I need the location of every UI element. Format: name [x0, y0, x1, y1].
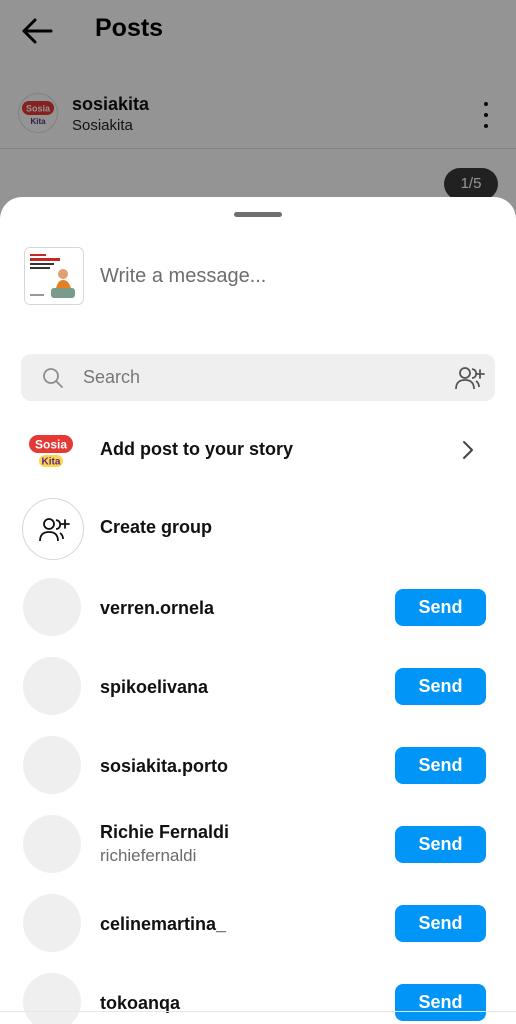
post-thumbnail: [24, 247, 84, 305]
share-sheet: Sosia Kita Add post to your story Create…: [0, 197, 516, 1024]
drag-handle[interactable]: [234, 212, 282, 217]
list-item: tokoanqa Send: [0, 973, 516, 1024]
contact-subtitle: richiefernaldi: [100, 846, 197, 865]
contact-username: verren.ornela: [100, 598, 215, 618]
create-group-label: Create group: [100, 517, 213, 537]
svg-text:Sosia: Sosia: [35, 438, 67, 452]
message-input[interactable]: [100, 259, 480, 293]
send-button[interactable]: Send: [395, 826, 486, 863]
post-thumbnail-image: [25, 248, 83, 304]
add-to-story-label: Add post to your story: [100, 439, 293, 459]
search-bar[interactable]: [21, 354, 495, 401]
create-group-row[interactable]: Create group: [0, 492, 516, 564]
send-button[interactable]: Send: [395, 905, 486, 942]
divider: [0, 1011, 516, 1012]
send-button[interactable]: Send: [395, 747, 486, 784]
contact-username: sosiakita.porto: [100, 756, 229, 776]
search-icon: [43, 368, 63, 388]
contact-username: Richie Fernaldi: [100, 822, 230, 842]
avatar[interactable]: [23, 815, 81, 873]
avatar[interactable]: [23, 736, 81, 794]
chevron-right-icon: [463, 441, 473, 459]
avatar[interactable]: [23, 894, 81, 952]
add-to-story-row[interactable]: Sosia Kita Add post to your story: [0, 415, 516, 487]
send-button[interactable]: Send: [395, 984, 486, 1021]
sosiakita-logo: Sosia Kita: [29, 435, 73, 468]
list-item: spikoelivana Send: [0, 657, 516, 736]
group-icon: [39, 518, 70, 542]
avatar[interactable]: [23, 973, 81, 1024]
contact-username: spikoelivana: [100, 677, 209, 697]
list-item: sosiakita.porto Send: [0, 736, 516, 815]
send-button[interactable]: Send: [395, 668, 486, 705]
svg-text:Kita: Kita: [42, 457, 61, 468]
create-group-avatar: [22, 498, 84, 560]
add-people-icon[interactable]: [454, 364, 486, 392]
list-item: Richie Fernaldi richiefernaldi Send: [0, 815, 516, 894]
contact-username: celinemartina_: [100, 914, 227, 934]
avatar[interactable]: [23, 657, 81, 715]
send-button[interactable]: Send: [395, 589, 486, 626]
search-input[interactable]: [83, 362, 423, 393]
avatar[interactable]: [23, 578, 81, 636]
list-item: celinemartina_ Send: [0, 894, 516, 973]
list-item: verren.ornela Send: [0, 578, 516, 657]
